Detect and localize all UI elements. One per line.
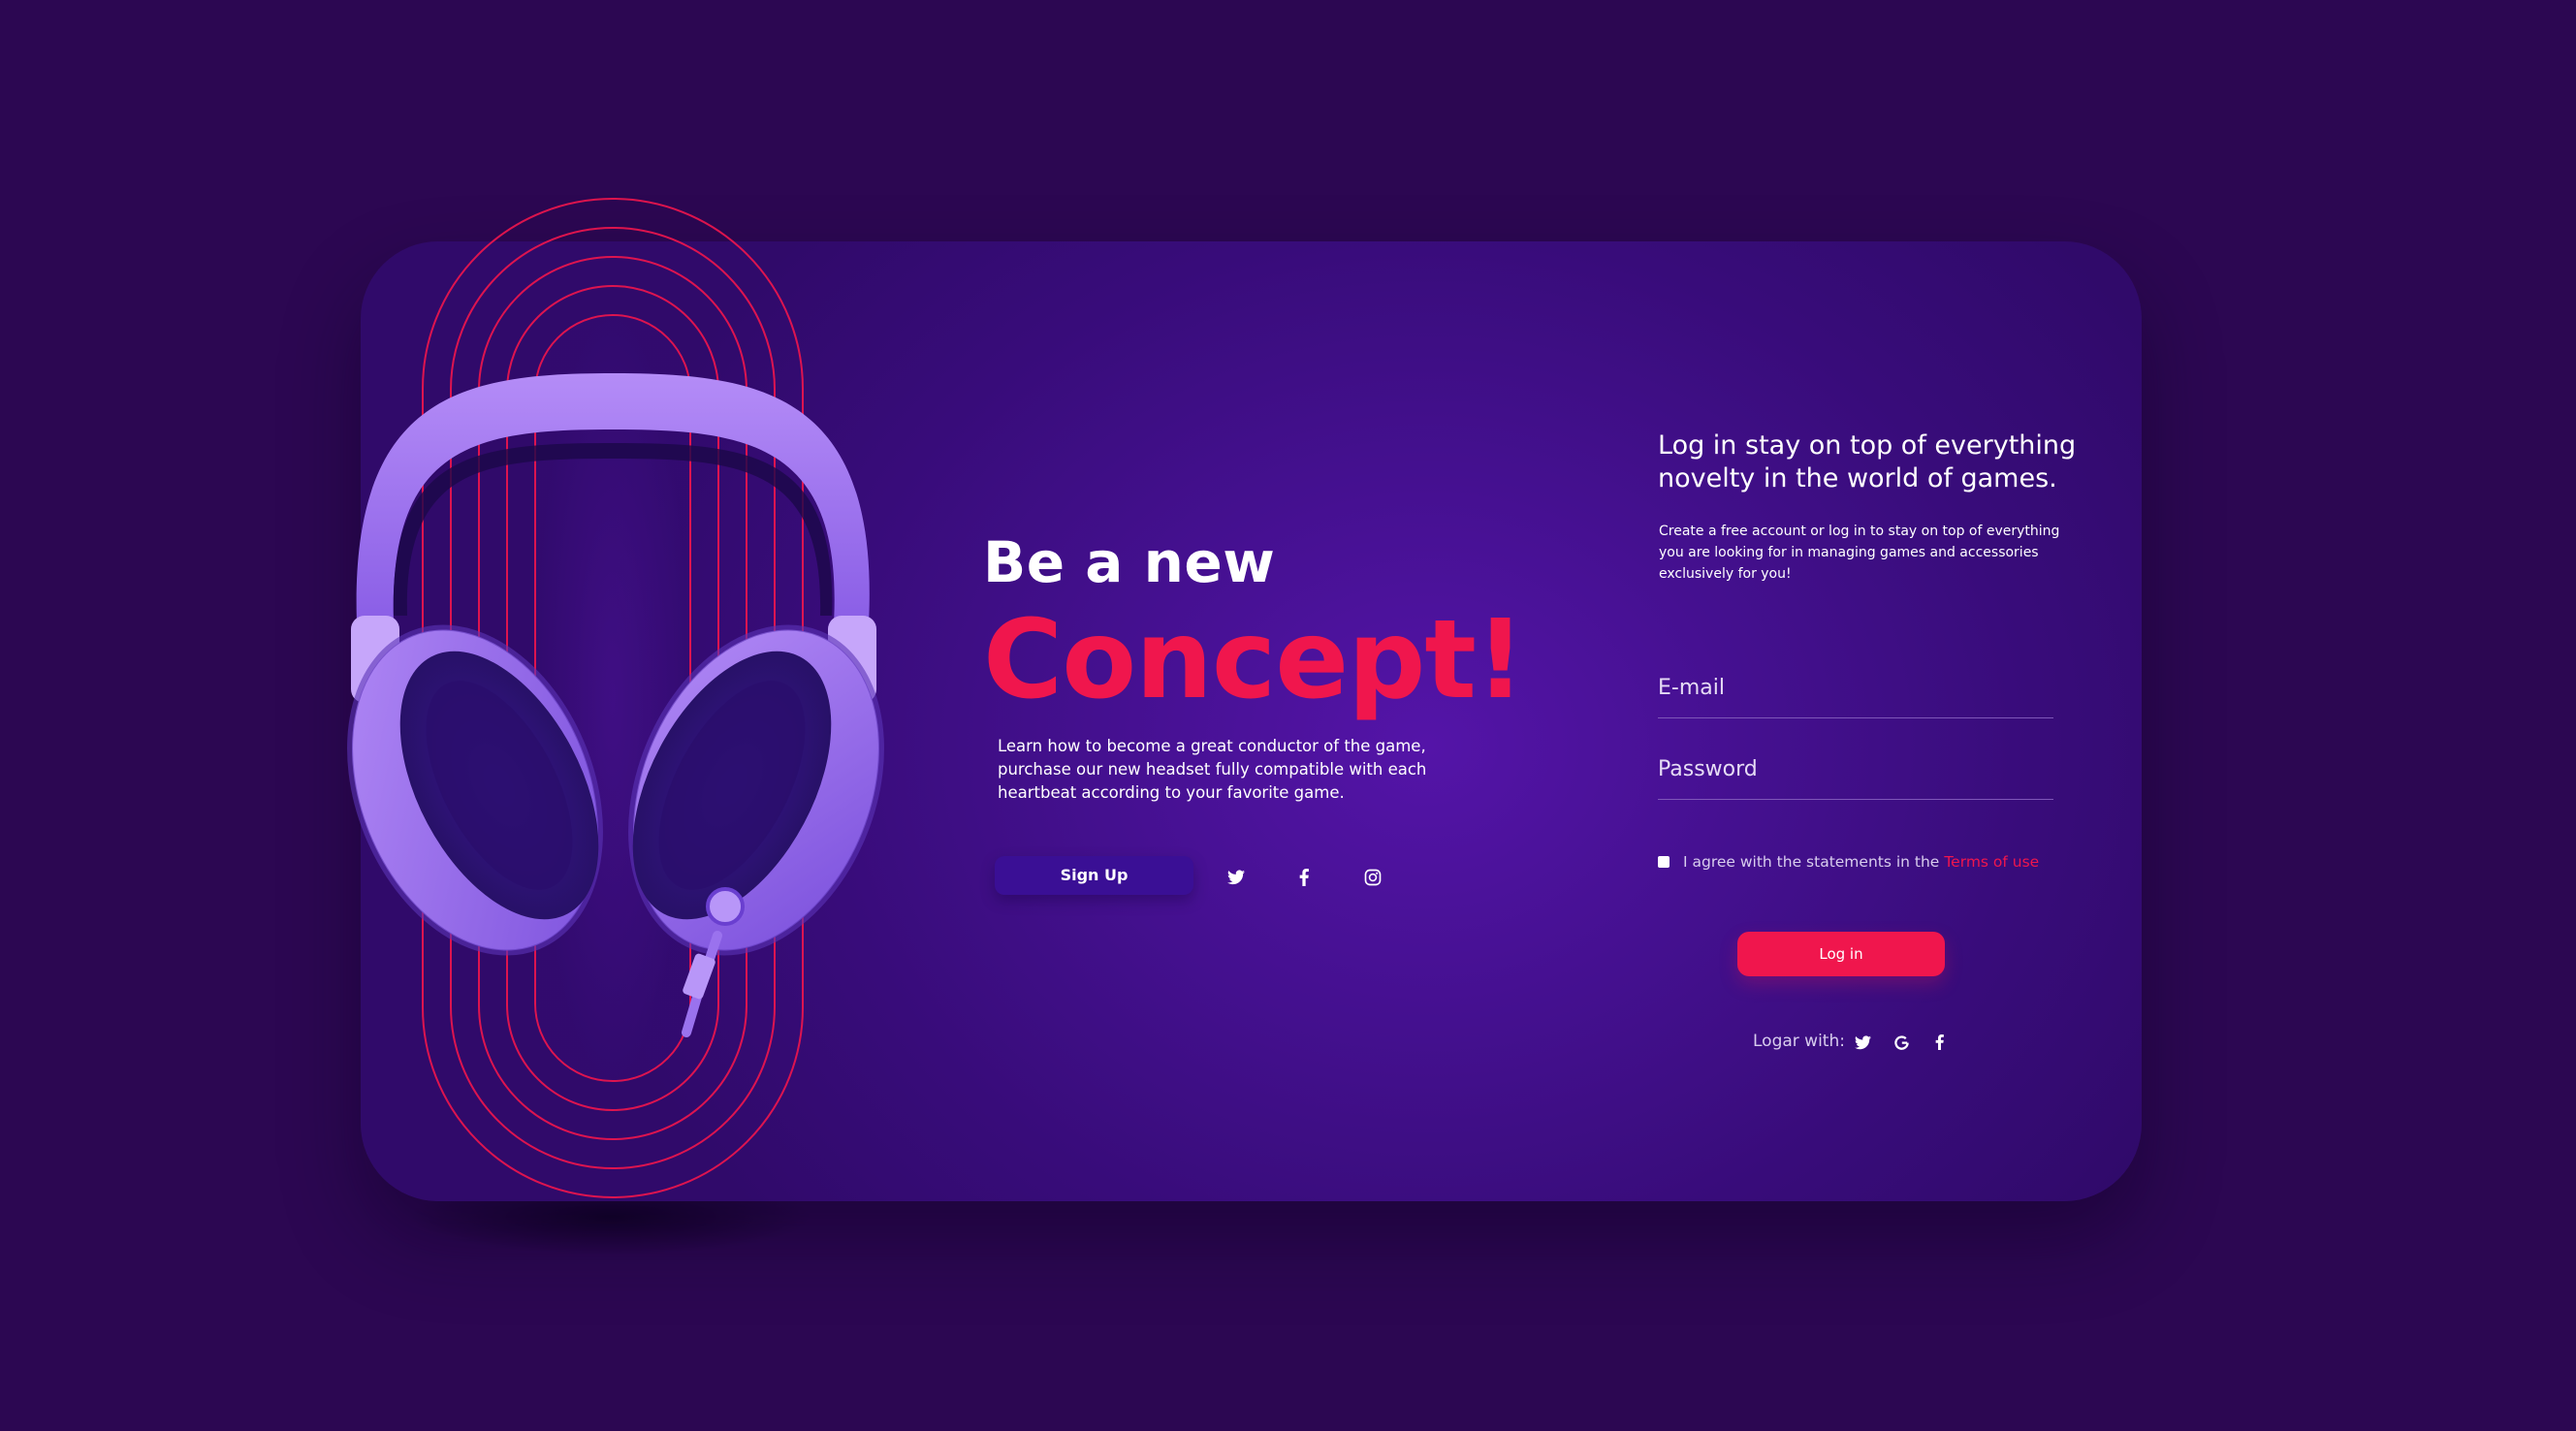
instagram-icon[interactable] [1361,866,1384,889]
email-input[interactable] [1658,659,2053,716]
sign-up-button[interactable]: Sign Up [995,856,1193,895]
headphones-illustration [347,198,884,1198]
twitter-icon[interactable] [1852,1032,1873,1053]
facebook-icon[interactable] [1292,866,1316,889]
twitter-icon[interactable] [1224,866,1248,889]
hero-heading: Be a new Concept! [983,528,1526,728]
hero-description: Learn how to become a great conductor of… [998,737,1427,802]
terms-agreement: I agree with the statements in the Terms… [1658,853,2039,871]
login-description: Create a free account or log in to stay … [1659,524,2060,582]
password-input[interactable] [1658,741,2053,797]
hero-title-line-2: Concept! [983,597,1525,723]
logar-with-label: Logar with: [1753,1032,1845,1051]
password-field [1658,741,2053,800]
agree-checkbox[interactable] [1658,856,1670,868]
agree-text: I agree with the statements in the [1683,853,1940,871]
log-in-button[interactable]: Log in [1737,932,1945,976]
page-background: Be a new Concept! Learn how to become a … [0,0,2576,1431]
facebook-icon[interactable] [1928,1032,1950,1053]
login-title: Log in stay on top of everything novelty… [1658,430,2077,493]
terms-of-use-link[interactable]: Terms of use [1944,853,2039,871]
google-icon[interactable] [1891,1032,1912,1053]
email-field [1658,659,2053,718]
hero-title-line-1: Be a new [983,529,1276,595]
headphones-artwork [330,189,911,1217]
